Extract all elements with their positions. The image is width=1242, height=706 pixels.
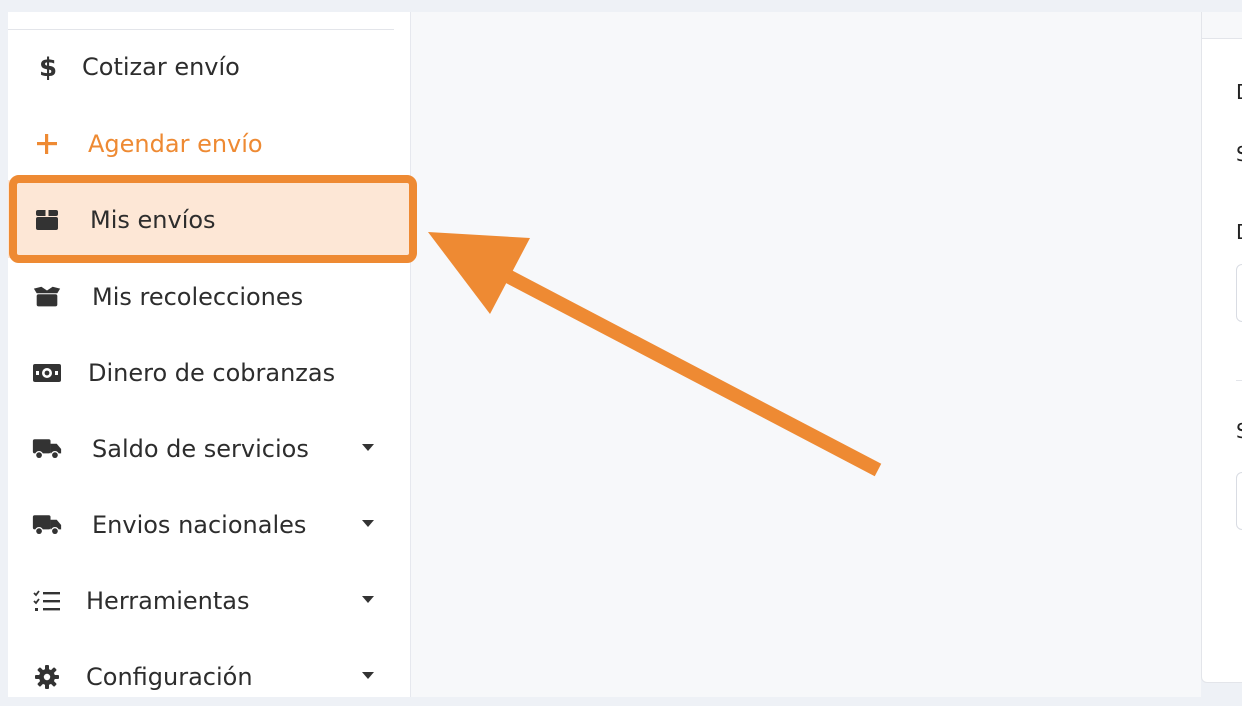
sidebar-item-agendar-envio[interactable]: Agendar envío <box>8 115 394 173</box>
main-content-area <box>411 12 1201 697</box>
top-strip <box>0 0 1242 12</box>
right-panel-divider <box>1236 380 1242 381</box>
sidebar-item-label: Saldo de servicios <box>92 435 309 463</box>
sidebar-item-label: Herramientas <box>86 587 250 615</box>
chevron-down-icon <box>362 596 374 603</box>
sidebar-item-label: Envios nacionales <box>92 511 307 539</box>
sidebar-item-mis-recolecciones[interactable]: Mis recolecciones <box>8 268 394 326</box>
sidebar-item-label: Mis envíos <box>90 206 216 234</box>
open-box-icon <box>32 282 62 312</box>
sidebar-item-configuracion[interactable]: Configuración <box>8 648 394 706</box>
sidebar-item-mis-envios[interactable]: Mis envíos <box>8 191 394 249</box>
sidebar-item-label: Mis recolecciones <box>92 283 304 311</box>
sidebar-item-label: Configuración <box>86 663 253 691</box>
checklist-icon <box>32 586 62 616</box>
sidebar-item-saldo-de-servicios[interactable]: Saldo de servicios <box>8 420 394 478</box>
sidebar-item-envios-nacionales[interactable]: Envios nacionales <box>8 496 394 554</box>
right-panel-input-1[interactable] <box>1236 264 1242 322</box>
right-panel-label-3: D <box>1236 220 1242 244</box>
sidebar-item-label: Dinero de cobranzas <box>88 359 336 387</box>
sidebar-item-label: Agendar envío <box>88 130 263 158</box>
svg-text:$: $ <box>39 53 57 82</box>
chevron-down-icon <box>362 520 374 527</box>
gear-icon <box>32 662 62 692</box>
truck-icon <box>32 510 62 540</box>
package-icon <box>32 205 62 235</box>
right-panel-label-1: D <box>1236 80 1242 104</box>
truck-icon <box>32 434 62 464</box>
dollar-icon: $ <box>32 52 62 82</box>
chevron-down-icon <box>362 672 374 679</box>
sidebar-item-dinero-de-cobranzas[interactable]: Dinero de cobranzas <box>8 344 394 402</box>
sidebar-divider <box>8 29 394 30</box>
right-panel-header <box>1202 12 1242 39</box>
sidebar-item-label: Cotizar envío <box>82 53 240 81</box>
right-panel: D S D S <box>1201 12 1242 683</box>
right-panel-label-2: S <box>1236 142 1242 166</box>
right-panel-label-4: S <box>1236 419 1242 443</box>
sidebar-item-herramientas[interactable]: Herramientas <box>8 572 394 630</box>
chevron-down-icon <box>362 444 374 451</box>
right-panel-input-2[interactable] <box>1236 472 1242 530</box>
sidebar-item-cotizar-envio[interactable]: $ Cotizar envío <box>8 38 394 96</box>
money-bill-icon <box>32 358 62 388</box>
plus-icon <box>32 129 62 159</box>
